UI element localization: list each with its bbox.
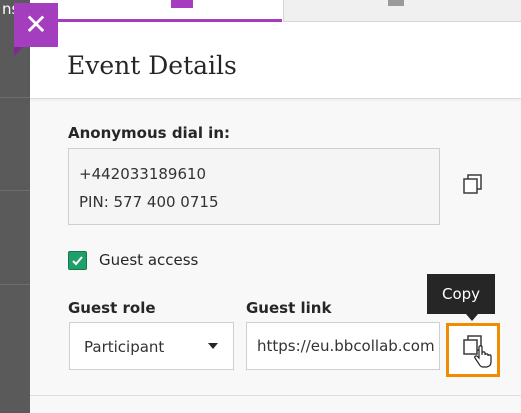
tooltip-arrow	[466, 314, 478, 321]
background-app-strip: ns	[0, 0, 30, 413]
panel-bottom-divider	[30, 395, 521, 396]
background-divider	[0, 97, 30, 98]
tab-active-icon	[171, 0, 193, 8]
guest-access-checkbox[interactable]	[68, 251, 87, 270]
panel-header: Event Details	[30, 22, 521, 99]
tab-icon	[388, 0, 404, 6]
guest-role-value: Participant	[84, 338, 165, 356]
hand-pointer-icon	[474, 345, 492, 368]
copy-dial-in-button[interactable]	[462, 173, 484, 195]
dial-in-info: +442033189610 PIN: 577 400 0715	[68, 148, 440, 225]
tab-event-details[interactable]	[30, 0, 282, 22]
guest-access-label: Guest access	[99, 251, 199, 269]
guest-link-field[interactable]: https://eu.bbcollab.com	[246, 322, 440, 370]
copy-guest-link-button[interactable]	[446, 323, 500, 377]
dial-in-label: Anonymous dial in:	[68, 124, 230, 142]
page-title: Event Details	[67, 51, 237, 80]
background-divider	[0, 284, 30, 285]
background-divider	[0, 190, 30, 191]
copy-icon	[463, 174, 482, 194]
close-icon: ✕	[24, 8, 48, 41]
dial-in-pin: PIN: 577 400 0715	[79, 193, 219, 211]
guest-role-label: Guest role	[68, 299, 156, 317]
panel-tab-bar	[30, 0, 521, 22]
close-button-fold	[14, 47, 23, 56]
check-icon	[72, 256, 83, 266]
copy-tooltip: Copy	[427, 274, 495, 314]
guest-role-select[interactable]: Participant	[69, 322, 234, 370]
close-button[interactable]: ✕	[14, 3, 58, 47]
guest-link-label: Guest link	[246, 299, 332, 317]
chevron-down-icon	[208, 343, 218, 349]
dial-in-phone: +442033189610	[79, 165, 207, 183]
